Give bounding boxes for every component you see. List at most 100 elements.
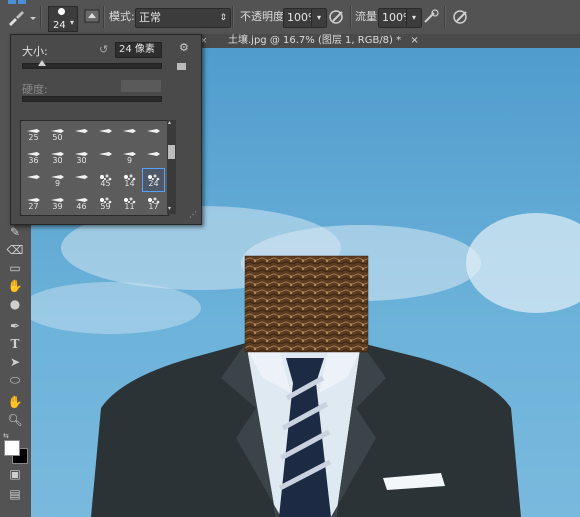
scatter-brush-icon <box>25 194 42 202</box>
brush-preset[interactable] <box>95 146 116 168</box>
scatter-brush-icon <box>73 171 90 179</box>
new-preset-icon[interactable] <box>177 63 186 70</box>
swap-colors-icon[interactable]: ⇆ <box>3 432 13 440</box>
size-slider-thumb[interactable] <box>37 60 46 66</box>
path-select-icon[interactable]: ➤ <box>5 354 25 370</box>
reset-size-icon[interactable]: ↺ <box>99 43 108 56</box>
mode-select[interactable]: 正常 ⇕ <box>135 8 231 28</box>
hardness-label: 硬度: <box>22 83 48 96</box>
close-icon[interactable]: × <box>410 35 418 46</box>
brush-preset[interactable]: 59 <box>95 192 116 214</box>
chevron-down-icon[interactable]: ▾ <box>168 206 175 212</box>
brush-preset[interactable] <box>143 146 164 168</box>
brush-preset-size: 9 <box>126 156 133 165</box>
chevron-up-icon[interactable]: ▴ <box>168 120 175 126</box>
brush-preset[interactable]: 50 <box>47 123 68 145</box>
scatter-brush-icon <box>97 194 114 204</box>
scatter-brush-icon <box>97 171 114 181</box>
flat-brush-icon <box>49 125 66 133</box>
presets-scrollbar[interactable]: ▴ ▾ <box>167 120 176 214</box>
size-input[interactable]: 24 像素 <box>115 42 162 58</box>
chevron-down-icon[interactable]: ▾ <box>70 14 74 32</box>
flat-brush-icon <box>97 148 114 156</box>
scatter-brush-icon <box>25 171 42 179</box>
flat-brush-icon <box>49 148 66 156</box>
document-tab-title: 土壤.jpg @ 16.7% (图层 1, RGB/8) * <box>228 35 402 46</box>
brush-preset[interactable] <box>143 123 164 145</box>
opacity-dropdown[interactable]: ▾ <box>311 8 327 28</box>
brush-preset-size: 14 <box>124 179 135 188</box>
brush-preset[interactable]: 9 <box>47 169 68 191</box>
brush-preset[interactable]: 9 <box>119 146 140 168</box>
brush-icon <box>9 11 36 26</box>
healing-icon[interactable]: ✎ <box>5 224 25 240</box>
brush-preset[interactable]: 36 <box>23 146 44 168</box>
eraser-icon[interactable]: ⌫ <box>5 242 25 258</box>
shape-icon[interactable]: ⬭ <box>5 372 25 388</box>
tool-preset-picker[interactable] <box>6 9 36 27</box>
brush-preset[interactable] <box>95 123 116 145</box>
brush-preset-size: 46 <box>76 202 87 211</box>
scatter-brush-icon <box>121 171 138 181</box>
flat-brush-icon <box>97 125 114 133</box>
quick-mask-icon[interactable]: ▣ <box>5 466 25 482</box>
resize-grip-icon[interactable]: ⋰ <box>189 211 197 219</box>
mode-value: 正常 <box>139 11 161 24</box>
document-tab[interactable]: 土壤.jpg @ 16.7% (图层 1, RGB/8) * × <box>228 34 419 48</box>
foreground-color[interactable] <box>4 440 20 456</box>
pressure-size-icon[interactable] <box>452 8 470 26</box>
brush-panel-toggle-icon[interactable] <box>84 8 100 26</box>
brush-preset[interactable]: 24 <box>142 168 165 192</box>
dodge-icon[interactable]: ● <box>5 296 25 312</box>
brush-preset[interactable] <box>119 123 140 145</box>
brush-preset[interactable]: 17 <box>143 192 164 214</box>
document-tab-strip: × 土壤.jpg @ 16.7% (图层 1, RGB/8) * × <box>200 34 580 48</box>
brush-preset-size: 36 <box>28 156 39 165</box>
brush-preset[interactable] <box>71 169 92 191</box>
blur-icon[interactable]: ✋ <box>5 278 25 294</box>
brush-preset[interactable]: 27 <box>23 192 44 214</box>
airbrush-icon[interactable] <box>422 8 440 26</box>
brush-preset-panel: 大小: ↺ 24 像素 ⚙ 硬度: 25 50 36 30 30 9 9 45 14 24 27 39… <box>10 34 202 225</box>
flow-dropdown[interactable]: ▾ <box>406 8 422 28</box>
brush-preset[interactable]: 14 <box>119 169 140 191</box>
screen-mode-icon[interactable]: ▤ <box>5 486 25 502</box>
brush-preset[interactable]: 30 <box>71 146 92 168</box>
scrollbar-thumb[interactable] <box>168 145 175 159</box>
brush-preset[interactable] <box>71 123 92 145</box>
brush-preset-size: 24 <box>148 179 159 188</box>
flat-brush-icon <box>25 148 42 156</box>
chevron-down-icon: ▾ <box>316 13 321 22</box>
brush-preset-size: 39 <box>52 202 63 211</box>
brush-preset-size: 27 <box>28 202 39 211</box>
flat-brush-icon <box>145 125 162 133</box>
brush-size-value: 24 <box>53 20 66 31</box>
brush-preset[interactable]: 25 <box>23 123 44 145</box>
brush-preset[interactable]: 46 <box>71 192 92 214</box>
opacity-label: 不透明度: <box>240 10 288 23</box>
gear-icon[interactable]: ⚙ <box>179 41 189 54</box>
hardness-slider <box>22 96 162 102</box>
app-menu-icon[interactable] <box>6 0 28 7</box>
options-bar: 24 ▾ 模式: 正常 ⇕ 不透明度: 100% ▾ 流量: 100% ▾ <box>0 0 580 35</box>
flow-label: 流量: <box>355 10 381 23</box>
scatter-brush-icon <box>121 194 138 204</box>
brush-preset-size: 30 <box>76 156 87 165</box>
pen-icon[interactable]: ✒ <box>5 318 25 334</box>
brush-preset-size: 11 <box>124 202 135 211</box>
brush-preset[interactable]: 39 <box>47 192 68 214</box>
mode-label: 模式: <box>109 10 135 23</box>
brush-preset[interactable]: 11 <box>119 192 140 214</box>
brush-preset[interactable] <box>23 169 44 191</box>
brush-preset[interactable]: 30 <box>47 146 68 168</box>
zoom-icon[interactable]: 🔍︎ <box>5 412 25 428</box>
type-icon[interactable]: T <box>5 336 25 352</box>
chevron-down-icon: ▾ <box>411 13 416 22</box>
brush-preset[interactable]: 45 <box>95 169 116 191</box>
flat-brush-icon <box>145 148 162 156</box>
hand-icon[interactable]: ✋ <box>5 394 25 410</box>
gradient-icon[interactable]: ▭ <box>5 260 25 276</box>
size-slider[interactable] <box>22 60 162 69</box>
pressure-opacity-icon[interactable] <box>328 8 346 26</box>
brush-preset-size: 30 <box>52 156 63 165</box>
